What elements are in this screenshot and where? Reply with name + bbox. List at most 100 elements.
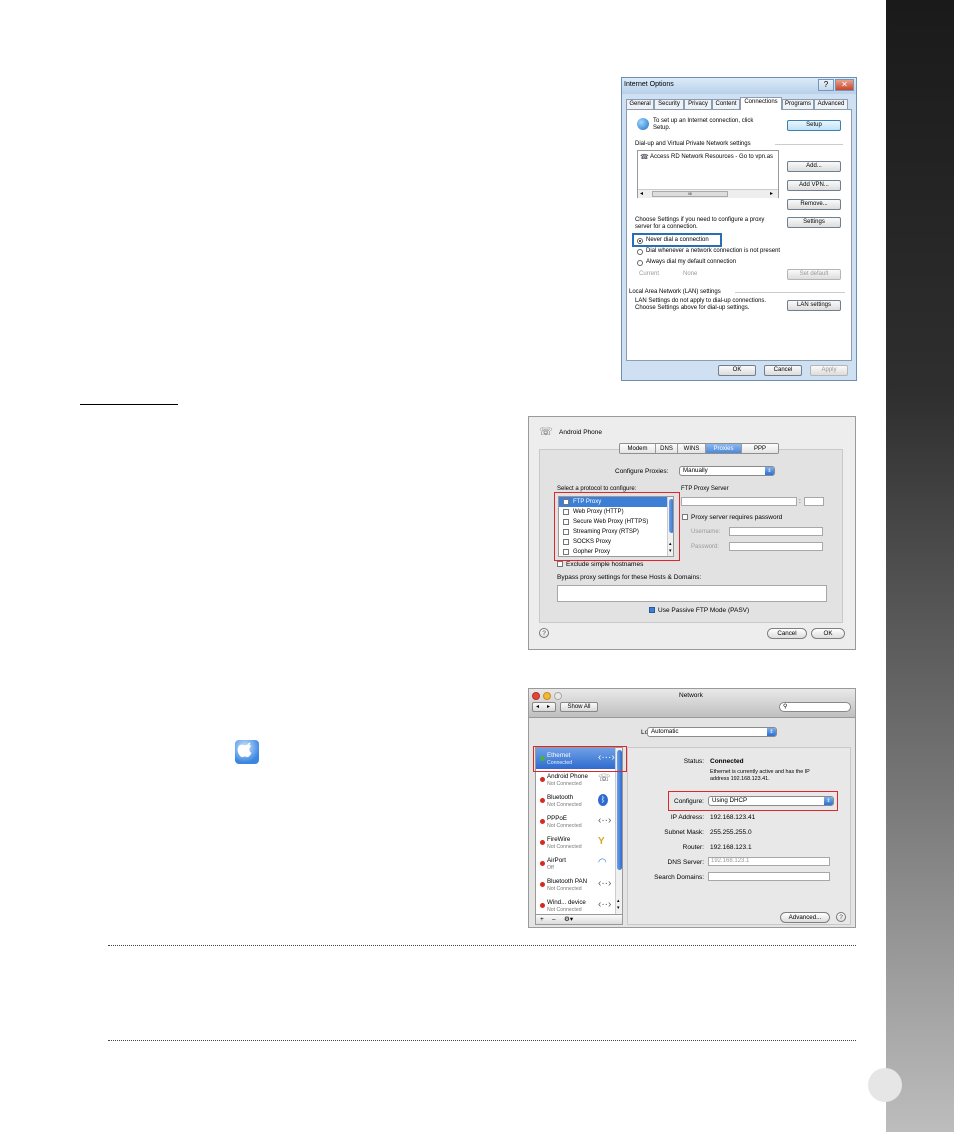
tab-content[interactable]: Content [712,99,740,109]
service-bluetooth[interactable]: Bluetooth Not Connected ᛒ [536,790,620,811]
tab-dns[interactable]: DNS [656,444,678,453]
remove-service-icon[interactable]: – [552,915,556,924]
service-name: Bluetooth PAN [547,878,588,885]
apple-logo-icon [237,742,252,758]
radio-always-dial-label: Always dial my default connection [646,259,737,265]
apple-icon [235,740,259,764]
subnet-mask-label: Subnet Mask: [664,829,704,836]
service-wind-device[interactable]: Wind... device Not Connected ‹··› [536,895,620,914]
gear-icon[interactable]: ⚙▾ [564,915,573,924]
search-field[interactable]: ⚲ [779,702,851,712]
scroll-up-icon: ▴ [617,898,620,904]
page-number-badge [868,1068,902,1102]
username-field[interactable] [729,527,823,536]
service-android-phone[interactable]: Android Phone Not Connected ☏ [536,769,620,790]
tab-ppp[interactable]: PPP [742,444,778,453]
status-value: Connected [710,758,744,765]
ftp-proxy-server-label: FTP Proxy Server [681,486,729,492]
window-title: Internet Options [624,81,674,88]
ok-button[interactable]: OK [718,365,756,376]
lan-text-2: Choose Settings above for dial-up settin… [635,305,750,311]
tab-advanced[interactable]: Advanced [814,99,848,109]
help-button[interactable]: ? [836,912,846,922]
setup-text: To set up an Internet connection, click [653,118,754,124]
add-vpn-button[interactable]: Add VPN... [787,180,841,191]
apply-button[interactable]: Apply [810,365,848,376]
status-dot-icon [540,777,545,782]
vpn-list[interactable]: ☎ Access RD Network Resources - Go to vp… [637,150,779,198]
popup-arrows-icon: ⇕ [767,728,776,736]
service-name: PPPoE [547,815,567,822]
remove-button[interactable]: Remove... [787,199,841,210]
radio-always-dial[interactable] [637,260,643,266]
service-pppoe[interactable]: PPPoE Not Connected ‹··› [536,811,620,832]
tab-general[interactable]: General [626,99,654,109]
service-airport[interactable]: AirPort Off ◠ [536,853,620,874]
zoom-window-icon[interactable] [554,692,562,700]
passive-ftp-checkbox[interactable] [649,607,655,613]
radio-dial-whenever[interactable] [637,249,643,255]
tab-modem[interactable]: Modem [620,444,656,453]
vpn-list-item[interactable]: Access RD Network Resources - Go to vpn.… [650,154,773,160]
setup-button[interactable]: Setup [787,120,841,131]
ip-address-label: IP Address: [670,814,704,821]
status-dot-icon [540,840,545,845]
location-select[interactable]: Automatic ⇕ [647,727,777,737]
service-name: Bluetooth [547,794,574,801]
proxy-server-field[interactable] [681,497,797,506]
set-default-button[interactable]: Set default [787,269,841,280]
dialog-title: Android Phone [559,429,603,436]
tab-privacy[interactable]: Privacy [684,99,712,109]
never-dial-highlight [632,233,722,247]
tab-connections[interactable]: Connections [740,97,782,110]
status-dot-icon [540,882,545,887]
close-button[interactable]: ✕ [835,79,854,91]
tab-proxies[interactable]: Proxies [706,444,742,453]
dns-server-field[interactable]: 192.168.123.1 [708,857,830,866]
back-arrow-icon[interactable]: ◂ [536,703,539,711]
tab-security[interactable]: Security [654,99,684,109]
scroll-thumb[interactable]: III [652,191,728,197]
bypass-hosts-field[interactable] [557,585,827,602]
minimize-window-icon[interactable] [543,692,551,700]
help-button[interactable]: ? [539,628,549,638]
service-scrollbar[interactable]: ▴ ▾ [615,748,622,914]
show-all-button[interactable]: Show All [560,702,598,712]
back-forward-buttons[interactable]: ◂ ▸ [532,702,556,712]
settings-button[interactable]: Settings [787,217,841,228]
scroll-down-icon: ▾ [617,905,620,911]
forward-arrow-icon[interactable]: ▸ [547,703,550,711]
scroll-right-icon: ▸ [770,191,774,197]
service-status: Not Connected [547,907,582,913]
vpn-section-label: Dial-up and Virtual Private Network sett… [635,141,751,147]
exclude-hostnames-checkbox[interactable] [557,561,563,567]
status-description: Ethernet is currently active and has the… [710,769,810,775]
lan-settings-button[interactable]: LAN settings [787,300,841,311]
proxy-port-field[interactable] [804,497,824,506]
configure-proxies-label: Configure Proxies: [615,468,669,475]
service-list-footer: + – ⚙▾ [535,915,623,925]
add-button[interactable]: Add... [787,161,841,172]
requires-password-checkbox[interactable] [682,514,688,520]
subnet-mask-value: 255.255.255.0 [710,829,752,836]
service-list[interactable]: Ethernet Connected ‹···› Android Phone N… [535,747,623,915]
add-service-icon[interactable]: + [540,915,544,924]
close-window-icon[interactable] [532,692,540,700]
settings-text-2: server for a connection. [635,224,698,230]
cancel-button[interactable]: Cancel [767,628,807,639]
scroll-left-icon: ◂ [640,191,644,197]
tab-wins[interactable]: WINS [678,444,706,453]
requires-password-label: Proxy server requires password [691,514,783,521]
horizontal-scrollbar[interactable]: ◂ III ▸ [638,189,778,198]
help-title-button[interactable]: ? [818,79,834,91]
password-field[interactable] [729,542,823,551]
configure-proxies-select[interactable]: Manually ⇕ [679,466,775,476]
ok-button[interactable]: OK [811,628,845,639]
tab-programs[interactable]: Programs [782,99,814,109]
service-firewire[interactable]: FireWire Not Connected Y [536,832,620,853]
service-bluetooth-pan[interactable]: Bluetooth PAN Not Connected ‹··› [536,874,620,895]
search-domains-field[interactable] [708,872,830,881]
cancel-button[interactable]: Cancel [764,365,802,376]
dns-server-label: DNS Server: [667,859,704,866]
advanced-button[interactable]: Advanced... [780,912,830,923]
